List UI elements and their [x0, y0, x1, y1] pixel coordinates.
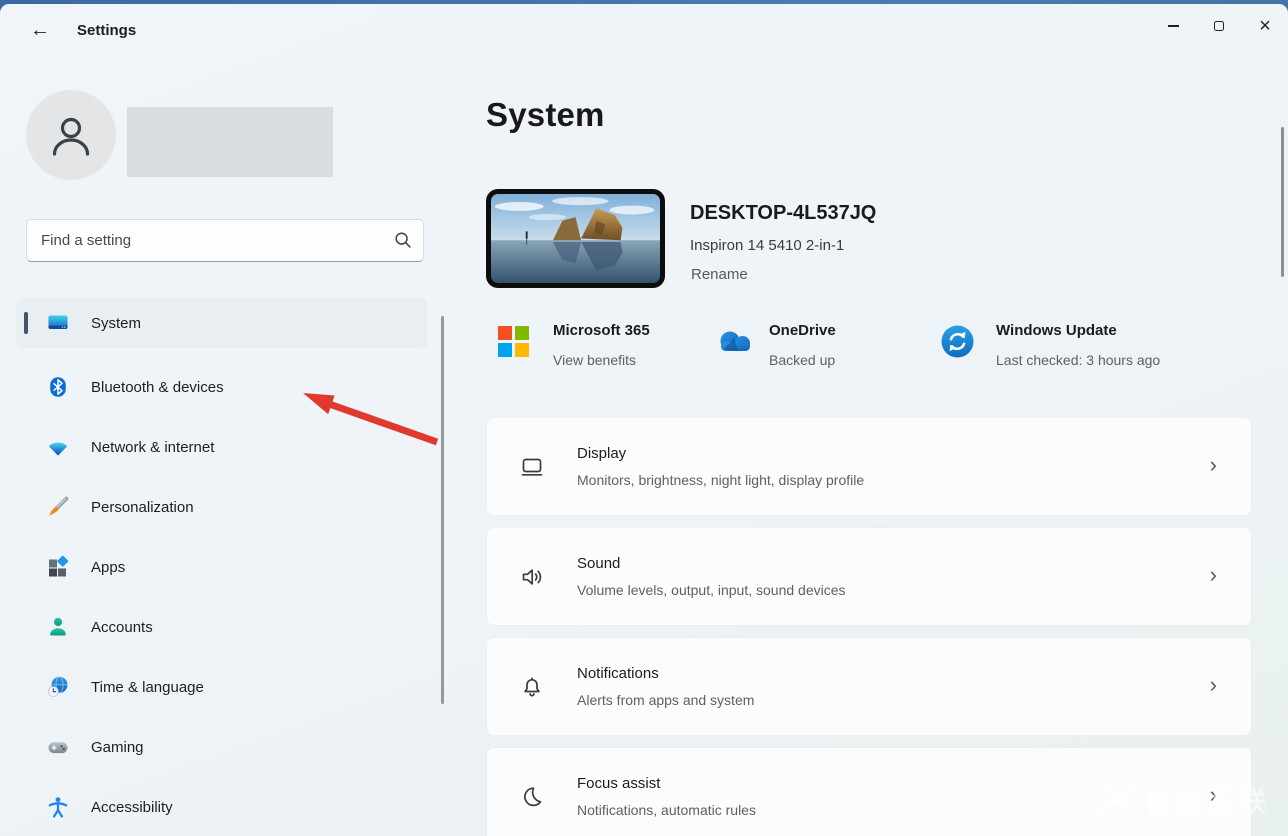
personalization-icon: [46, 495, 70, 519]
minimize-button[interactable]: [1150, 4, 1196, 48]
back-arrow-icon: ←: [30, 19, 50, 42]
card-subtitle: Notifications, automatic rules: [577, 802, 756, 818]
sidebar-item-accessibility[interactable]: Accessibility: [16, 782, 427, 832]
main-scrollbar[interactable]: [1281, 127, 1284, 277]
chevron-right-icon: ›: [1210, 674, 1217, 696]
card-title: Focus assist: [577, 775, 660, 792]
sidebar-item-label: Bluetooth & devices: [91, 379, 224, 396]
card-sound[interactable]: Sound Volume levels, output, input, soun…: [486, 527, 1252, 626]
focus-assist-icon: [517, 782, 547, 812]
sidebar-item-personalization[interactable]: Personalization: [16, 482, 427, 532]
status-subtitle: View benefits: [553, 352, 636, 368]
card-subtitle: Volume levels, output, input, sound devi…: [577, 582, 846, 598]
sidebar-item-label: Network & internet: [91, 439, 214, 456]
status-title: Microsoft 365: [553, 322, 650, 339]
sidebar-item-label: Time & language: [91, 679, 204, 696]
main-content: System: [486, 58, 1288, 836]
wallpaper-thumbnail: [491, 194, 660, 283]
card-focus-assist[interactable]: Focus assist Notifications, automatic ru…: [486, 747, 1252, 836]
status-subtitle: Backed up: [769, 352, 835, 368]
device-preview-image: [486, 189, 665, 288]
avatar[interactable]: [26, 90, 116, 180]
status-title: Windows Update: [996, 322, 1117, 339]
back-button[interactable]: ←: [20, 12, 60, 48]
microsoft-365-icon: [498, 326, 529, 357]
accessibility-icon: [46, 795, 70, 819]
sidebar-item-label: Apps: [91, 559, 125, 576]
card-subtitle: Monitors, brightness, night light, displ…: [577, 472, 864, 488]
sidebar-item-label: Gaming: [91, 739, 144, 756]
rename-link[interactable]: Rename: [691, 266, 748, 283]
close-button[interactable]: ×: [1242, 4, 1288, 48]
windows-update-icon: [941, 325, 974, 363]
sound-icon: [517, 562, 547, 592]
sidebar-item-network-internet[interactable]: Network & internet: [16, 422, 427, 472]
sidebar-item-label: System: [91, 315, 141, 332]
sidebar-scrollbar[interactable]: [441, 316, 444, 704]
settings-window: ← Settings ×: [0, 4, 1288, 836]
card-display[interactable]: Display Monitors, brightness, night ligh…: [486, 417, 1252, 516]
network-icon: [46, 435, 70, 459]
status-subtitle: Last checked: 3 hours ago: [996, 352, 1160, 368]
maximize-icon: [1214, 21, 1224, 31]
sidebar-item-apps[interactable]: Apps: [16, 542, 427, 592]
notifications-icon: [517, 672, 547, 702]
search-icon: [394, 231, 412, 249]
device-name: DESKTOP-4L537JQ: [690, 202, 876, 225]
close-icon: ×: [1259, 16, 1271, 36]
chevron-right-icon: ›: [1210, 564, 1217, 586]
accounts-icon: [46, 615, 70, 639]
device-model: Inspiron 14 5410 2-in-1: [690, 237, 844, 254]
card-title: Display: [577, 445, 626, 462]
card-subtitle: Alerts from apps and system: [577, 692, 754, 708]
maximize-button[interactable]: [1196, 4, 1242, 48]
status-title: OneDrive: [769, 322, 836, 339]
chevron-right-icon: ›: [1210, 454, 1217, 476]
titlebar: ← Settings ×: [0, 4, 1288, 58]
chevron-right-icon: ›: [1210, 784, 1217, 806]
search-input[interactable]: [26, 219, 424, 262]
bluetooth-icon: [46, 375, 70, 399]
search-box: [26, 219, 424, 262]
card-notifications[interactable]: Notifications Alerts from apps and syste…: [486, 637, 1252, 736]
sidebar-item-time-language[interactable]: Time & language: [16, 662, 427, 712]
apps-icon: [46, 555, 70, 579]
selection-indicator: [24, 312, 28, 334]
person-icon: [48, 112, 94, 158]
sidebar-item-gaming[interactable]: Gaming: [16, 722, 427, 772]
time-language-icon: [46, 675, 70, 699]
sidebar-item-label: Accessibility: [91, 799, 173, 816]
sidebar-item-system[interactable]: System: [16, 298, 427, 348]
sidebar-item-label: Accounts: [91, 619, 153, 636]
window-controls: ×: [1150, 4, 1288, 52]
account-name-redacted: [127, 107, 333, 177]
sidebar: System Bluetooth & devices Network: [0, 58, 450, 836]
system-icon: [46, 311, 70, 335]
onedrive-icon: [714, 328, 756, 361]
page-title: System: [486, 96, 605, 134]
sidebar-item-label: Personalization: [91, 499, 194, 516]
card-title: Notifications: [577, 665, 659, 682]
sidebar-item-accounts[interactable]: Accounts: [16, 602, 427, 652]
display-icon: [517, 452, 547, 482]
gaming-icon: [46, 735, 70, 759]
minimize-icon: [1168, 25, 1179, 27]
window-title: Settings: [77, 22, 136, 39]
card-title: Sound: [577, 555, 620, 572]
sidebar-item-bluetooth-devices[interactable]: Bluetooth & devices: [16, 362, 427, 412]
